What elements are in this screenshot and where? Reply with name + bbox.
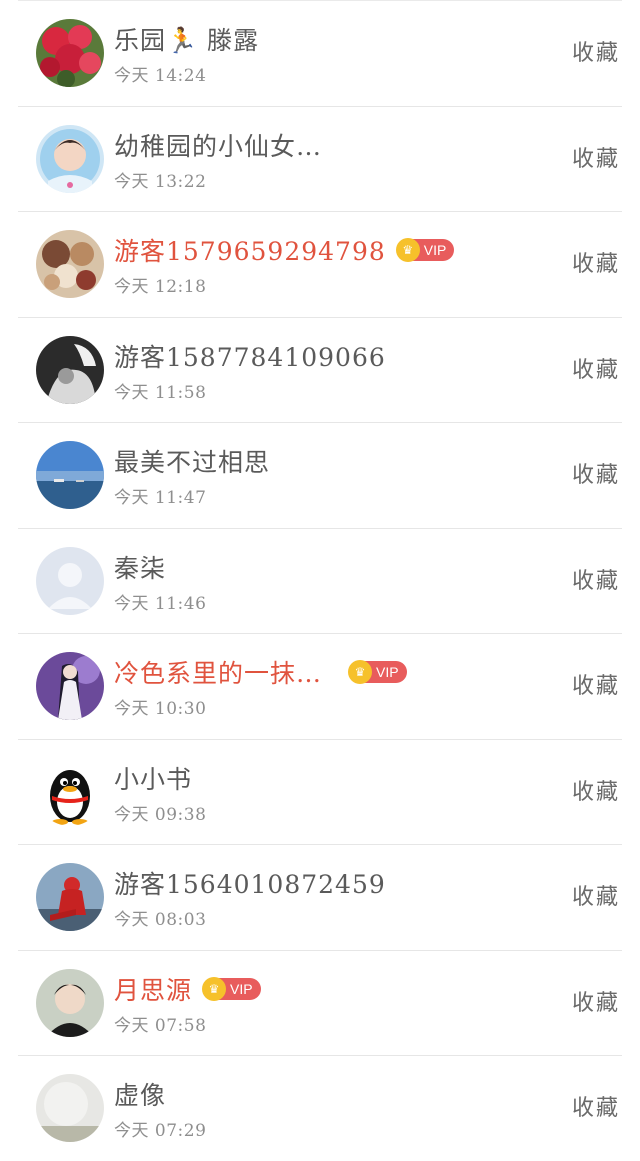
visit-time: 今天 07:29 — [114, 1121, 207, 1141]
collect-button[interactable]: 收藏 — [572, 563, 620, 595]
girl-avatar[interactable] — [36, 652, 104, 720]
young-man-avatar[interactable] — [36, 968, 104, 1037]
collect-button[interactable]: 收藏 — [572, 141, 620, 173]
bw-avatar[interactable] — [36, 335, 104, 404]
vip-badge: ♛ VIP — [202, 976, 261, 1001]
list-item[interactable]: 秦柒 今天 11:46 收藏 — [18, 527, 622, 634]
visitor-list: 乐园🏃 滕露 今天 14:24 收藏 幼稚园的小仙女… 今天 13:22 收藏 — [0, 0, 640, 1161]
collect-button[interactable]: 收藏 — [572, 1090, 620, 1122]
list-item[interactable]: 虚像 今天 07:29 收藏 — [18, 1055, 622, 1161]
user-name: 游客1579659294798 — [114, 237, 386, 266]
list-item[interactable]: 乐园🏃 滕露 今天 14:24 收藏 — [18, 0, 622, 106]
visit-time: 今天 11:46 — [114, 593, 207, 614]
list-item[interactable]: 冷色系里的一抹… ♛ VIP 今天 10:30 收藏 — [18, 633, 622, 739]
visit-time: 今天 14:24 — [114, 66, 207, 86]
collect-button[interactable]: 收藏 — [572, 246, 620, 278]
visit-time: 今天 10:30 — [114, 699, 207, 719]
boy-avatar[interactable] — [36, 124, 104, 193]
user-name: 乐园🏃 滕露 — [114, 26, 260, 55]
user-name: 游客1587784109066 — [114, 342, 386, 372]
visit-time: 今天 08:03 — [114, 910, 207, 930]
collect-button[interactable]: 收藏 — [572, 668, 620, 700]
list-item[interactable]: 游客1564010872459 今天 08:03 收藏 — [18, 844, 622, 950]
user-name: 最美不过相思 — [114, 448, 271, 477]
mist-avatar[interactable] — [36, 1074, 104, 1142]
list-item[interactable]: 最美不过相思 今天 11:47 收藏 — [18, 422, 622, 528]
user-name: 冷色系里的一抹… — [114, 659, 323, 688]
user-name: 小小书 — [114, 764, 193, 794]
collect-button[interactable]: 收藏 — [572, 35, 620, 67]
list-item[interactable]: 小小书 今天 09:38 收藏 — [18, 738, 622, 845]
flower-avatar[interactable] — [36, 19, 104, 87]
list-item[interactable]: 游客1579659294798 ♛ VIP 今天 12:18 收藏 — [18, 211, 622, 317]
crown-icon: ♛ — [348, 660, 373, 684]
collect-button[interactable]: 收藏 — [572, 985, 620, 1017]
user-name: 秦柒 — [114, 553, 167, 583]
default-avatar[interactable] — [36, 546, 104, 615]
qq-penguin-avatar[interactable] — [36, 757, 104, 826]
user-name: 虚像 — [114, 1081, 167, 1110]
visit-time: 今天 13:22 — [114, 171, 207, 192]
user-name: 幼稚园的小仙女… — [114, 131, 323, 161]
list-item[interactable]: 幼稚园的小仙女… 今天 13:22 收藏 — [18, 105, 622, 212]
collect-button[interactable]: 收藏 — [572, 352, 620, 384]
list-item[interactable]: 游客1587784109066 今天 11:58 收藏 — [18, 316, 622, 423]
vip-label: VIP — [376, 664, 399, 680]
visit-time: 今天 09:38 — [114, 804, 207, 825]
collect-button[interactable]: 收藏 — [572, 774, 620, 806]
user-name: 游客1564010872459 — [114, 870, 386, 899]
vip-label: VIP — [423, 242, 447, 258]
crown-icon: ♛ — [395, 238, 420, 262]
anime-avatar[interactable] — [36, 230, 104, 298]
visit-time: 今天 07:58 — [114, 1015, 207, 1036]
visit-time: 今天 11:58 — [114, 382, 207, 403]
vip-label: VIP — [230, 980, 253, 997]
visit-time: 今天 11:47 — [114, 488, 207, 508]
collect-button[interactable]: 收藏 — [572, 879, 620, 911]
vip-badge: ♛ VIP — [395, 238, 455, 262]
collect-button[interactable]: 收藏 — [572, 457, 620, 489]
vip-badge: ♛ VIP — [348, 660, 407, 684]
list-item[interactable]: 月思源 ♛ VIP 今天 07:58 收藏 — [18, 949, 622, 1056]
user-name: 月思源 — [114, 975, 193, 1005]
red-hood-avatar[interactable] — [36, 863, 104, 931]
crown-icon: ♛ — [202, 976, 227, 1001]
lake-avatar[interactable] — [36, 441, 104, 509]
visit-time: 今天 12:18 — [114, 277, 207, 297]
